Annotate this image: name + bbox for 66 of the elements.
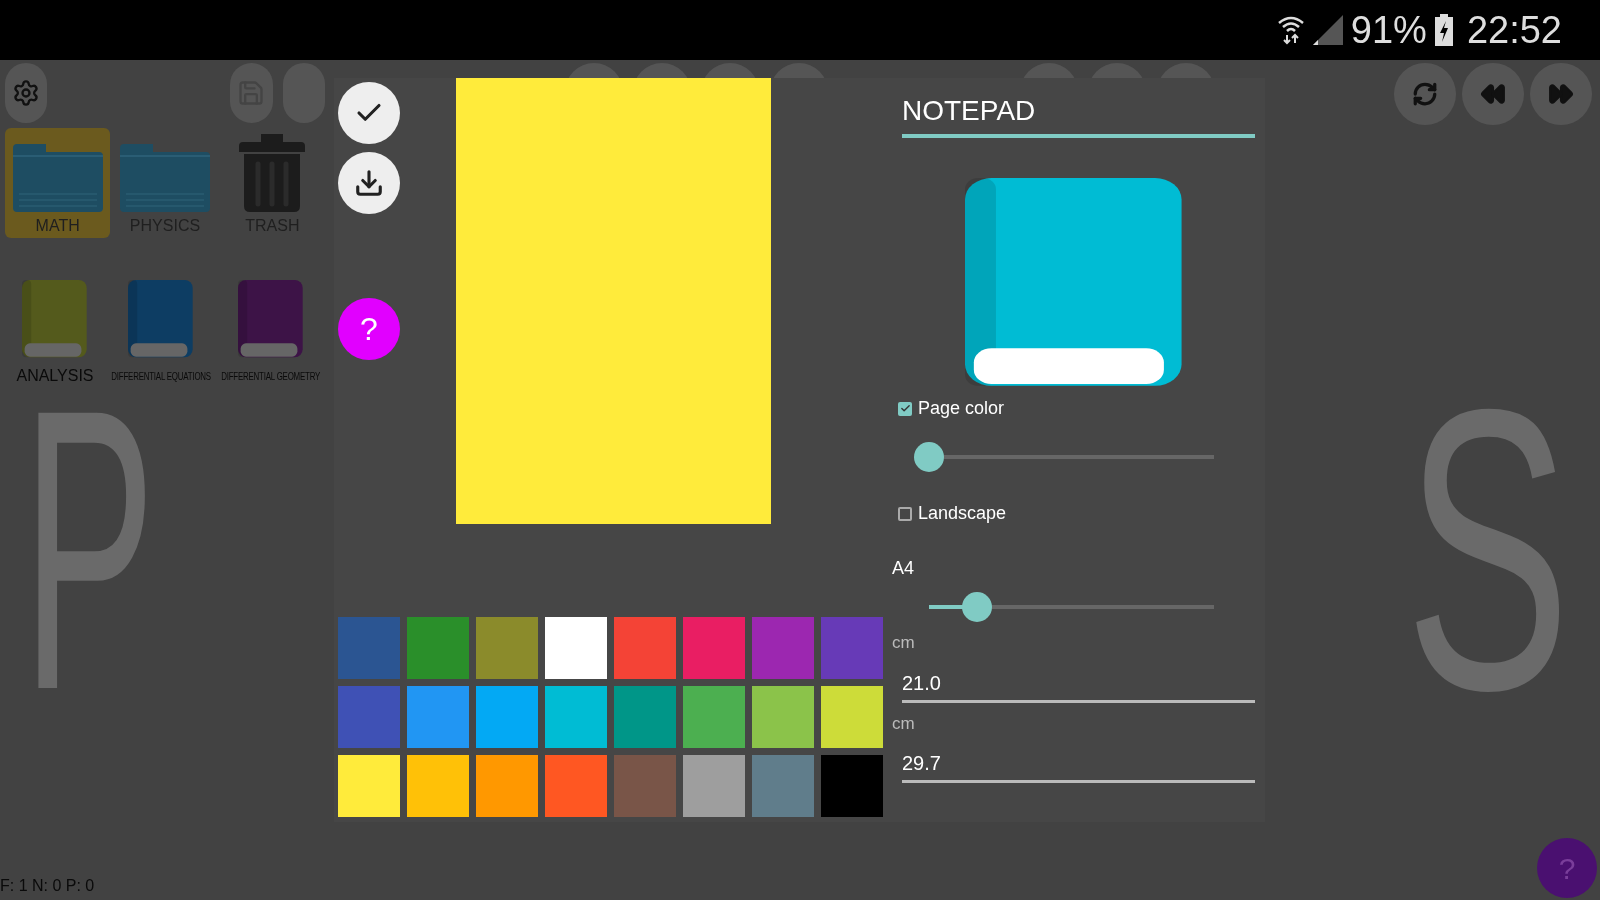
notebook-icon: [128, 280, 194, 360]
clock: 22:52: [1466, 11, 1562, 49]
folder-icon: [120, 144, 210, 212]
unit-label: cm: [892, 632, 916, 654]
color-swatch[interactable]: [683, 755, 745, 817]
color-swatch[interactable]: [821, 617, 883, 679]
color-swatch[interactable]: [476, 617, 538, 679]
color-swatch[interactable]: [545, 755, 607, 817]
color-swatch[interactable]: [683, 686, 745, 748]
checkbox-label: Page color: [918, 397, 1005, 420]
dimension-field[interactable]: 21.0: [902, 667, 1255, 703]
settings-icon: [12, 79, 41, 107]
refresh-icon: [1412, 81, 1438, 107]
rewind-icon: [1480, 81, 1506, 107]
unit-label: cm: [892, 712, 916, 735]
page-color-slider[interactable]: [914, 442, 1214, 472]
battery-percent: 91%: [1350, 11, 1427, 49]
title-field[interactable]: NOTEPAD: [902, 90, 1255, 138]
download-icon: [354, 168, 384, 198]
color-swatch[interactable]: [545, 617, 607, 679]
help-button[interactable]: ?: [338, 298, 400, 360]
color-swatch[interactable]: [752, 617, 814, 679]
paper-size-label: A4: [892, 557, 916, 580]
notebook-tile[interactable]: DIFFERENTIAL EQUATIONS: [107, 280, 215, 388]
color-swatch[interactable]: [821, 686, 883, 748]
folder-label: MATH: [35, 216, 80, 236]
folder-icon: [12, 144, 103, 212]
color-swatch[interactable]: [821, 755, 883, 817]
check-icon: [899, 403, 911, 414]
checkbox[interactable]: [898, 401, 912, 416]
color-swatch[interactable]: [683, 617, 745, 679]
notebook-icon: [22, 280, 88, 360]
trash-icon: [239, 134, 306, 212]
color-swatch[interactable]: [407, 755, 469, 817]
checkbox[interactable]: [898, 506, 912, 521]
signal-icon: [1312, 15, 1343, 45]
color-swatch[interactable]: [476, 686, 538, 748]
slider-thumb[interactable]: [914, 442, 944, 472]
help-button[interactable]: ?: [1537, 838, 1597, 898]
notebook-label: DIFFERENTIAL GEOMETRY: [221, 369, 321, 384]
color-swatch[interactable]: [545, 686, 607, 748]
slider-thumb[interactable]: [962, 592, 993, 622]
color-swatch[interactable]: [338, 755, 400, 817]
fast-forward-icon: [1548, 81, 1574, 107]
notebook-label: DIFFERENTIAL EQUATIONS: [111, 369, 211, 384]
color-swatch[interactable]: [614, 617, 676, 679]
folder-tile[interactable]: MATH: [5, 128, 111, 238]
color-swatch[interactable]: [752, 686, 814, 748]
color-swatch[interactable]: [614, 686, 676, 748]
color-swatch[interactable]: [338, 686, 400, 748]
notebook-tile[interactable]: ANALYSIS: [5, 280, 105, 388]
status-counter: F: 1 N: 0 P: 0: [0, 876, 95, 896]
notebook-icon: [238, 280, 304, 360]
battery-icon: [1434, 14, 1453, 46]
color-swatch[interactable]: [407, 617, 469, 679]
settings-button[interactable]: [5, 63, 48, 123]
color-swatch[interactable]: [614, 755, 676, 817]
color-swatch[interactable]: [752, 755, 814, 817]
color-swatch[interactable]: [338, 617, 400, 679]
dimension-field[interactable]: 29.7: [902, 748, 1255, 783]
notebook-label: ANALYSIS: [16, 366, 94, 386]
color-swatch[interactable]: [476, 755, 538, 817]
notebook-tile[interactable]: DIFFERENTIAL GEOMETRY: [217, 280, 325, 388]
checkbox-label: Landscape: [918, 502, 1007, 525]
color-swatch[interactable]: [407, 686, 469, 748]
wifi-icon: [1276, 15, 1305, 45]
